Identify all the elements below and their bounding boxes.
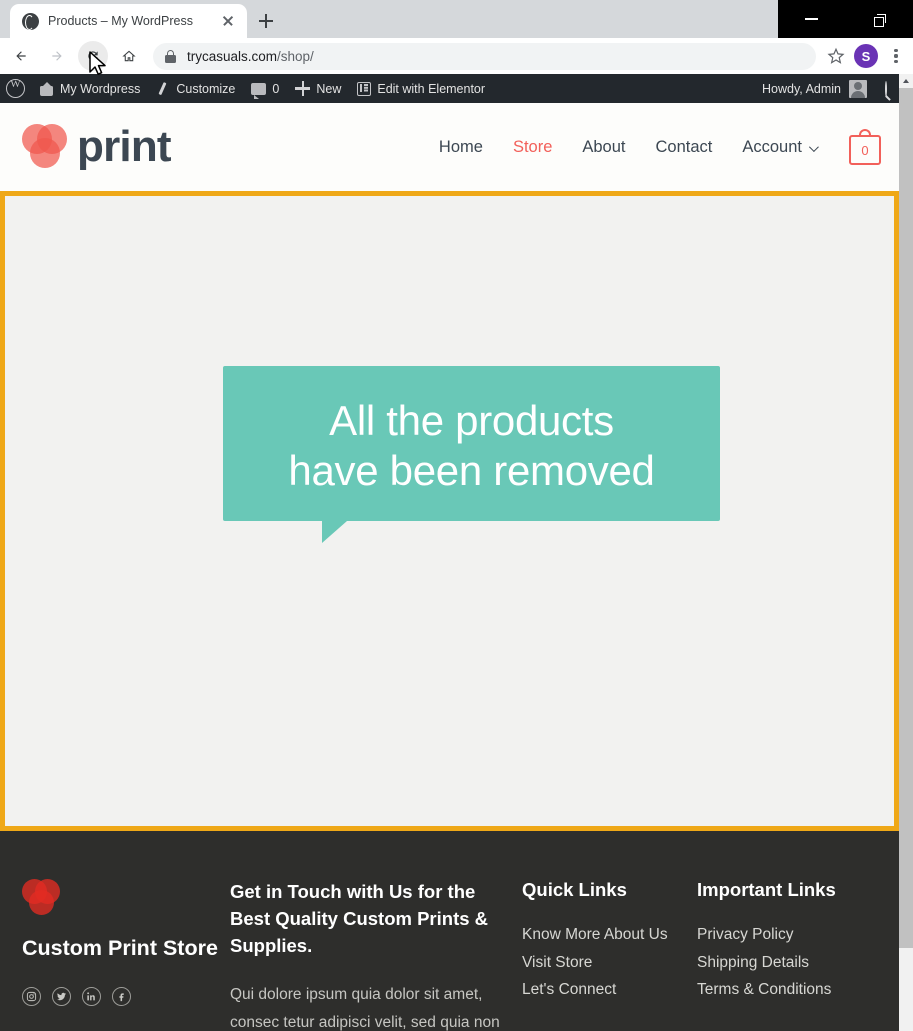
adminbar-label-elementor: Edit with Elementor xyxy=(377,81,486,96)
browser-tab[interactable]: Products – My WordPress xyxy=(10,4,247,38)
footer-important-links-column: Important Links Privacy Policy Shipping … xyxy=(697,879,887,1031)
adminbar-item-customize[interactable]: Customize xyxy=(148,74,243,103)
wordpress-logo-button[interactable] xyxy=(0,74,31,103)
reload-icon xyxy=(86,49,100,63)
site-logo[interactable]: print xyxy=(22,122,172,172)
footer-about-column: Get in Touch with Us for the Best Qualit… xyxy=(230,879,522,1031)
search-icon xyxy=(885,80,887,97)
adminbar-label-site: My Wordpress xyxy=(60,81,141,96)
url-text: trycasuals.com/shop/ xyxy=(187,49,314,64)
footer-about-paragraph: Qui dolore ipsum quia dolor sit amet, co… xyxy=(230,986,500,1031)
forward-arrow-icon xyxy=(50,49,64,63)
speech-bubble-tail xyxy=(322,521,347,544)
adminbar-item-new[interactable]: New xyxy=(287,74,349,103)
address-bar[interactable]: trycasuals.com/shop/ xyxy=(153,42,816,70)
message-line-2: have been removed xyxy=(288,446,655,494)
important-link-item[interactable]: Privacy Policy xyxy=(697,921,887,949)
important-link-item[interactable]: Shipping Details xyxy=(697,949,887,977)
star-icon[interactable] xyxy=(822,42,850,70)
footer-quick-links-column: Quick Links Know More About Us Visit Sto… xyxy=(522,879,697,1031)
speech-bubble: All the products have been removed xyxy=(223,366,720,522)
cart-button[interactable]: 0 xyxy=(849,129,881,165)
maximize-button[interactable] xyxy=(857,0,901,38)
adminbar-right-group: Howdy, Admin xyxy=(754,74,899,103)
social-links xyxy=(22,987,230,1007)
footer-about-heading: Get in Touch with Us for the Best Qualit… xyxy=(230,881,489,956)
footer-brand-column: Custom Print Store xyxy=(22,879,230,1031)
important-links-title: Important Links xyxy=(697,879,836,900)
scrollbar-up-arrow[interactable] xyxy=(899,74,913,88)
adminbar-search-button[interactable] xyxy=(875,80,899,97)
wordpress-logo-icon xyxy=(6,78,25,98)
message-line-1: All the products xyxy=(329,397,614,444)
home-button[interactable] xyxy=(114,41,144,71)
nav-item-account[interactable]: Account xyxy=(742,137,819,157)
quick-link-item[interactable]: Know More About Us xyxy=(522,921,697,949)
forward-button[interactable] xyxy=(42,41,72,71)
empty-products-message: All the products have been removed xyxy=(223,366,720,544)
adminbar-item-comments[interactable]: 0 xyxy=(243,74,287,103)
adminbar-label-customize: Customize xyxy=(176,81,236,96)
minimize-button[interactable] xyxy=(790,0,834,38)
shop-content-area: All the products have been removed xyxy=(0,191,899,831)
nav-item-account-label: Account xyxy=(742,137,802,156)
user-avatar-icon xyxy=(849,79,867,98)
url-domain: trycasuals.com xyxy=(187,48,278,64)
quick-link-item[interactable]: Visit Store xyxy=(522,949,697,977)
nav-item-store[interactable]: Store xyxy=(513,138,552,157)
home-icon xyxy=(122,49,136,63)
pencil-icon xyxy=(156,82,170,96)
cart-count: 0 xyxy=(849,135,881,165)
minimize-icon xyxy=(805,18,819,20)
three-circles-logo-icon xyxy=(22,879,64,919)
chevron-down-icon xyxy=(808,141,819,152)
elementor-icon xyxy=(357,81,372,96)
new-tab-button[interactable] xyxy=(252,7,280,35)
back-arrow-icon xyxy=(14,49,28,63)
globe-icon xyxy=(22,12,39,30)
kebab-menu-icon[interactable] xyxy=(885,42,907,70)
back-button[interactable] xyxy=(6,41,36,71)
lock-icon xyxy=(165,49,176,63)
page-scrollbar[interactable] xyxy=(899,74,913,1031)
nav-item-home[interactable]: Home xyxy=(439,138,483,157)
page-viewport: My Wordpress Customize 0 New Edit with E… xyxy=(0,74,913,1031)
adminbar-item-my-wordpress[interactable]: My Wordpress xyxy=(31,74,148,103)
browser-window: Products – My WordPress trycasuals.com/s… xyxy=(0,0,913,1031)
linkedin-icon[interactable] xyxy=(82,987,101,1007)
important-link-item[interactable]: Terms & Conditions xyxy=(697,976,887,1004)
instagram-icon[interactable] xyxy=(22,987,41,1007)
adminbar-label-new: New xyxy=(316,81,342,96)
site-footer: Custom Print Store Get in Touch with Us … xyxy=(0,831,899,1031)
main-navigation: Home Store About Contact Account 0 xyxy=(409,129,881,165)
facebook-icon[interactable] xyxy=(112,987,131,1007)
comment-icon xyxy=(251,82,267,99)
site-header: print Home Store About Contact Account 0 xyxy=(0,103,899,191)
scrollbar-thumb[interactable] xyxy=(899,88,913,948)
reload-button[interactable] xyxy=(78,41,108,71)
three-circles-logo-icon xyxy=(22,122,74,172)
nav-item-about[interactable]: About xyxy=(582,138,625,157)
browser-toolbar: trycasuals.com/shop/ S xyxy=(0,38,913,74)
profile-avatar[interactable]: S xyxy=(854,44,878,68)
tab-title: Products – My WordPress xyxy=(48,14,193,28)
tab-strip: Products – My WordPress xyxy=(0,0,913,38)
close-icon[interactable] xyxy=(217,10,239,32)
restore-icon xyxy=(873,13,886,27)
quick-link-item[interactable]: Let's Connect xyxy=(522,976,697,1004)
url-path: /shop/ xyxy=(277,48,314,64)
quick-links-title: Quick Links xyxy=(522,879,627,900)
adminbar-item-edit-with-elementor[interactable]: Edit with Elementor xyxy=(349,74,493,103)
footer-brand-name: Custom Print Store xyxy=(22,936,218,960)
nav-item-contact[interactable]: Contact xyxy=(656,138,713,157)
adminbar-howdy[interactable]: Howdy, Admin xyxy=(754,74,875,103)
adminbar-label-comments-count: 0 xyxy=(272,81,280,96)
twitter-icon[interactable] xyxy=(52,987,71,1007)
howdy-label: Howdy, Admin xyxy=(762,81,841,96)
site-logo-text: print xyxy=(77,122,172,171)
plus-icon xyxy=(295,81,311,96)
wordpress-admin-bar: My Wordpress Customize 0 New Edit with E… xyxy=(0,74,899,103)
site-icon xyxy=(39,81,54,96)
window-controls xyxy=(778,0,913,38)
